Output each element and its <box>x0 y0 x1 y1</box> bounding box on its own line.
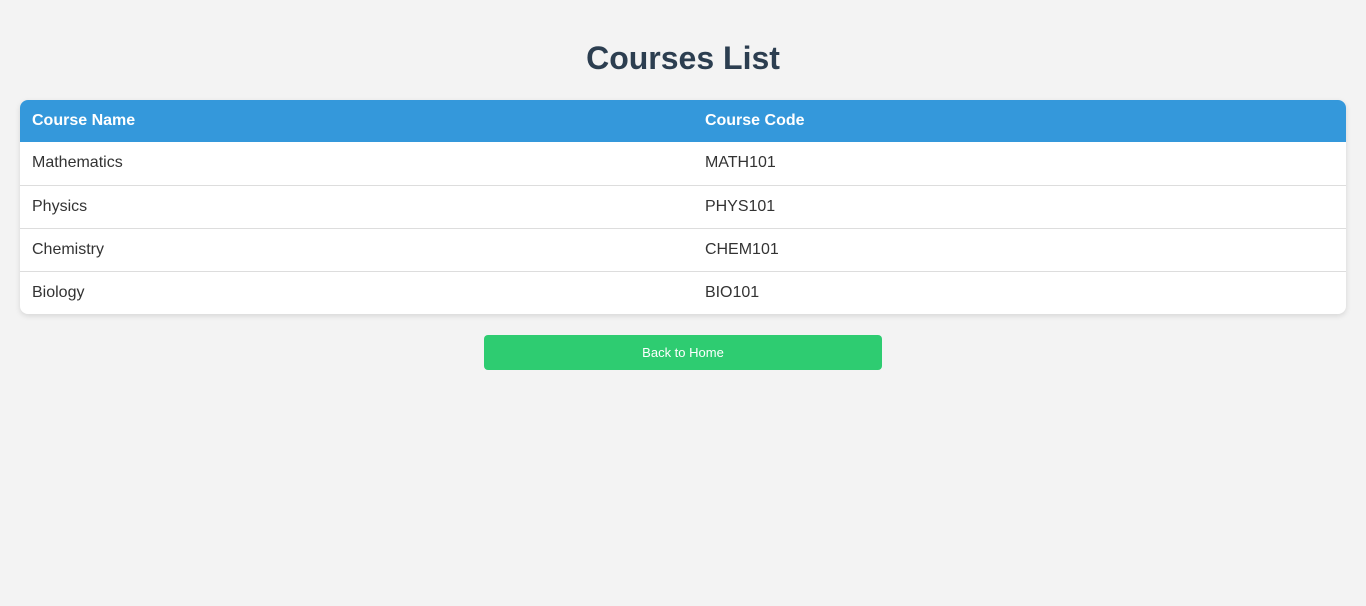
table-row: Biology BIO101 <box>20 270 1346 314</box>
courses-page: Courses List Course Name Course Code Mat… <box>0 0 1366 606</box>
table-row: Chemistry CHEM101 <box>20 227 1346 271</box>
table-header: Course Name Course Code <box>20 100 1346 142</box>
course-name-cell: Biology <box>20 270 693 314</box>
course-code-cell: BIO101 <box>692 270 1346 314</box>
table-body: Mathematics MATH101 Physics PHYS101 Chem… <box>20 142 1346 314</box>
back-to-home-button[interactable]: Back to Home <box>484 335 882 370</box>
page-title: Courses List <box>586 40 780 76</box>
courses-table: Course Name Course Code Mathematics MATH… <box>20 100 1346 314</box>
courses-table-card: Course Name Course Code Mathematics MATH… <box>20 100 1346 314</box>
course-name-cell: Mathematics <box>32 154 123 172</box>
course-code-cell: CHEM101 <box>692 227 1346 271</box>
column-header-course-name: Course Name <box>32 112 136 129</box>
table-row: Mathematics MATH101 <box>20 142 1346 185</box>
course-name-cell: Physics <box>20 184 693 228</box>
course-name-cell: Chemistry <box>20 227 693 271</box>
table-row: Physics PHYS101 <box>20 184 1346 228</box>
course-code-cell: MATH101 <box>704 154 776 172</box>
course-code-cell: PHYS101 <box>692 184 1346 228</box>
table-header-row: Course Name Course Code <box>20 100 1346 142</box>
column-header-course-code: Course Code <box>704 112 805 129</box>
